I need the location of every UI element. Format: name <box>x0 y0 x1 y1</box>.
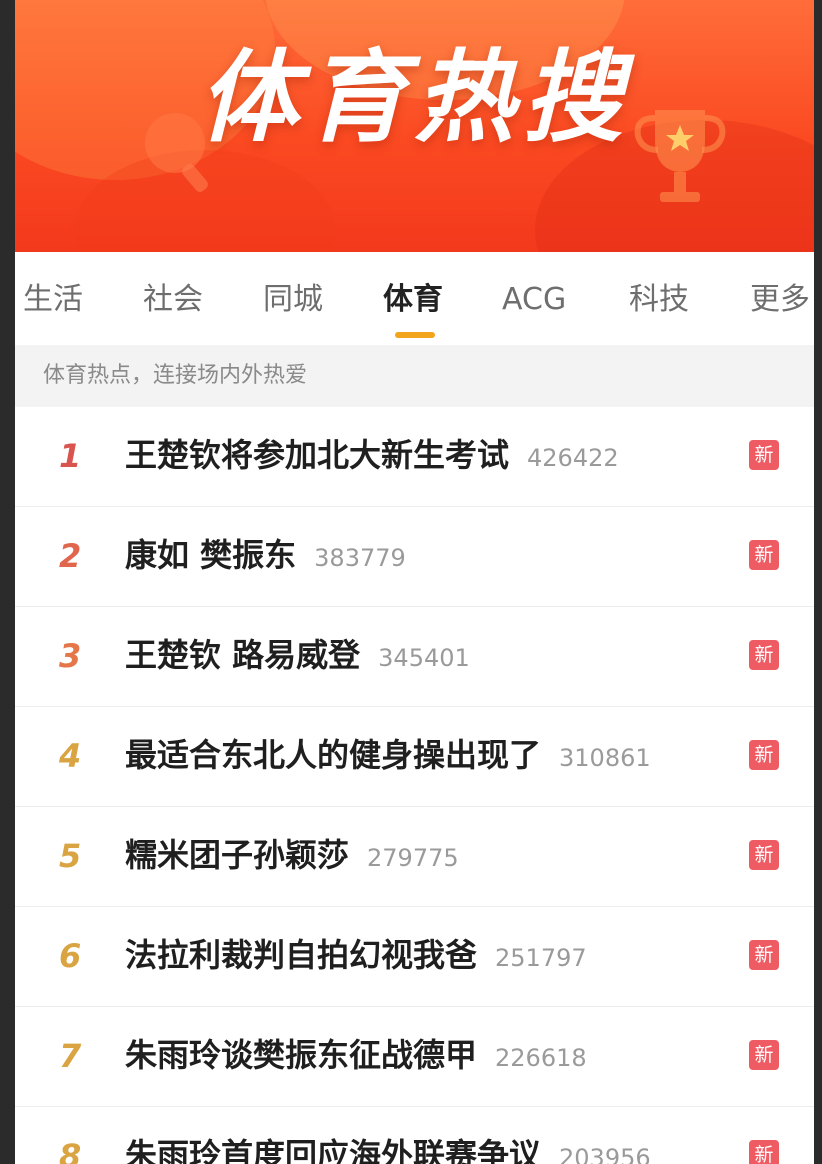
hot-search-title[interactable]: 法拉利裁判自拍幻视我爸 <box>125 936 477 974</box>
hot-search-item[interactable]: 3 王楚钦 路易威登 345401 新 <box>15 607 814 707</box>
category-tabs: 生活 社会 同城 体育 ACG 科技 更多 <box>15 252 814 345</box>
new-badge: 新 <box>749 740 779 770</box>
hot-search-item[interactable]: 2 康如 樊振东 383779 新 <box>15 507 814 607</box>
new-badge: 新 <box>749 440 779 470</box>
hot-search-title[interactable]: 王楚钦将参加北大新生考试 <box>125 436 509 474</box>
tab-sports[interactable]: 体育 <box>383 278 443 322</box>
new-badge: 新 <box>749 1140 779 1164</box>
rank-number: 1 <box>59 437 82 475</box>
rank-number: 6 <box>59 937 82 975</box>
rank-number: 3 <box>59 637 82 675</box>
heat-count: 383779 <box>314 544 406 572</box>
heat-count: 345401 <box>378 644 470 672</box>
hot-search-item[interactable]: 7 朱雨玲谈樊振东征战德甲 226618 新 <box>15 1007 814 1107</box>
rank-number: 4 <box>59 737 82 775</box>
heat-count: 426422 <box>527 444 619 472</box>
banner-title: 体育热搜 <box>198 39 631 156</box>
hot-search-title[interactable]: 朱雨玲首度回应海外联赛争议 <box>125 1136 541 1164</box>
hot-search-list: 1 王楚钦将参加北大新生考试 426422 新 2 康如 樊振东 383779 新 … <box>15 407 814 1164</box>
tab-tech[interactable]: 科技 <box>629 278 689 322</box>
tab-society[interactable]: 社会 <box>143 278 203 322</box>
hot-search-item[interactable]: 6 法拉利裁判自拍幻视我爸 251797 新 <box>15 907 814 1007</box>
section-subtitle-bar: 体育热点，连接场内外热爱 <box>15 345 814 407</box>
rank-number: 2 <box>59 537 82 575</box>
hot-search-item[interactable]: 4 最适合东北人的健身操出现了 310861 新 <box>15 707 814 807</box>
hot-search-title[interactable]: 王楚钦 路易威登 <box>125 636 360 674</box>
heat-count: 203956 <box>559 1144 651 1164</box>
hot-search-title[interactable]: 最适合东北人的健身操出现了 <box>125 736 541 774</box>
new-badge: 新 <box>749 840 779 870</box>
hot-search-title[interactable]: 朱雨玲谈樊振东征战德甲 <box>125 1036 477 1074</box>
banner: 体育热搜 <box>15 0 814 252</box>
hot-search-item[interactable]: 5 糯米团子孙颖莎 279775 新 <box>15 807 814 907</box>
new-badge: 新 <box>749 640 779 670</box>
hot-search-title[interactable]: 糯米团子孙颖莎 <box>125 836 349 874</box>
hot-search-title[interactable]: 康如 樊振东 <box>125 536 296 574</box>
heat-count: 226618 <box>495 1044 587 1072</box>
heat-count: 310861 <box>559 744 651 772</box>
tab-acg[interactable]: ACG <box>502 278 566 322</box>
tab-more[interactable]: 更多 <box>750 278 810 322</box>
tab-city[interactable]: 同城 <box>263 278 323 322</box>
rank-number: 5 <box>59 837 82 875</box>
hot-search-item[interactable]: 8 朱雨玲首度回应海外联赛争议 203956 新 <box>15 1107 814 1164</box>
new-badge: 新 <box>749 940 779 970</box>
new-badge: 新 <box>749 1040 779 1070</box>
tab-life[interactable]: 生活 <box>23 278 83 322</box>
heat-count: 251797 <box>495 944 587 972</box>
app-screen: 体育热搜 生活 社会 同城 体育 ACG 科技 更多 体育热点，连接场内外热爱 … <box>15 0 814 1164</box>
rank-number: 8 <box>59 1137 82 1164</box>
heat-count: 279775 <box>367 844 459 872</box>
section-subtitle: 体育热点，连接场内外热爱 <box>43 363 308 388</box>
active-tab-indicator <box>395 332 435 338</box>
rank-number: 7 <box>59 1037 82 1075</box>
new-badge: 新 <box>749 540 779 570</box>
hot-search-item[interactable]: 1 王楚钦将参加北大新生考试 426422 新 <box>15 407 814 507</box>
